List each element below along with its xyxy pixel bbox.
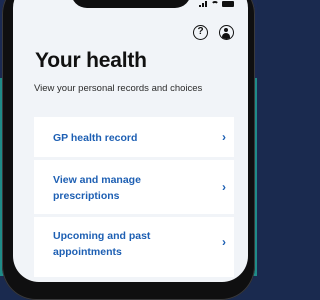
menu-item-gp-health-record[interactable]: GP health record › bbox=[34, 117, 234, 157]
menu-item-prescriptions[interactable]: View and manage prescriptions › bbox=[34, 160, 234, 214]
battery-icon bbox=[222, 1, 234, 7]
phone-screen: ? Your health View your personal records… bbox=[13, 0, 248, 282]
header-actions: ? bbox=[193, 25, 234, 40]
chevron-right-icon: › bbox=[222, 235, 226, 249]
page-title: Your health bbox=[35, 49, 147, 72]
phone-frame: ? Your health View your personal records… bbox=[2, 0, 255, 300]
page-subtitle: View your personal records and choices bbox=[34, 83, 203, 94]
phone-notch bbox=[71, 0, 191, 8]
menu-item-label: Upcoming and past appointments bbox=[53, 230, 151, 258]
signal-icon bbox=[199, 1, 208, 7]
chevron-right-icon: › bbox=[222, 180, 226, 194]
menu-item-label: GP health record bbox=[53, 132, 138, 144]
question-circle-icon[interactable]: ? bbox=[193, 25, 208, 40]
menu-item-label: View and manage prescriptions bbox=[53, 174, 141, 202]
user-body-shape bbox=[222, 33, 230, 39]
menu-item-appointments[interactable]: Upcoming and past appointments › bbox=[34, 217, 234, 277]
wifi-icon bbox=[211, 1, 219, 7]
user-head-shape bbox=[224, 28, 228, 32]
status-bar bbox=[199, 1, 234, 7]
chevron-right-icon: › bbox=[222, 130, 226, 144]
user-circle-icon[interactable] bbox=[219, 25, 234, 40]
